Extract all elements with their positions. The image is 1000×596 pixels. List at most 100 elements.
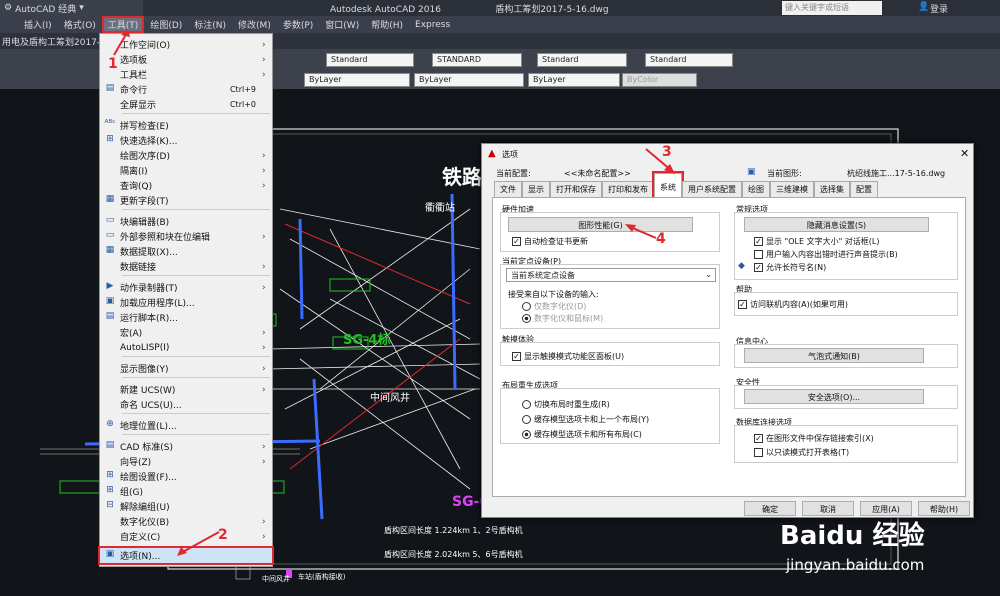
mleader-style-select[interactable]: Standard (645, 53, 733, 67)
menu-format[interactable]: 格式(O) (58, 18, 102, 31)
regen-on-switch-radio[interactable]: 切换布局时重生成(R) (522, 399, 610, 410)
menu-modify[interactable]: 修改(M) (232, 18, 277, 31)
tab-drafting[interactable]: 绘图 (742, 181, 770, 197)
menu-item-2[interactable]: 工具栏 › (100, 67, 272, 82)
menu-item-23[interactable]: ⊕ 地理位置(L)... (100, 418, 272, 433)
menu-item-label: 更新字段(T) (120, 197, 169, 207)
cache-model-last-radio[interactable]: 缓存模型选项卡和上一个布局(Y) (522, 414, 649, 425)
menu-item-26[interactable]: ⊞ 绘图设置(F)... (100, 469, 272, 484)
menu-item-19[interactable]: AutoLISP(I) › (100, 340, 272, 355)
auto-check-cert-checkbox[interactable]: ✓ 自动检查证书更新 (512, 236, 588, 247)
menu-item-11[interactable]: ▭ 块编辑器(B) (100, 214, 272, 229)
menu-item-5[interactable]: ᴬᴮᶜ 拼写检查(E) (100, 118, 272, 133)
menu-item-8[interactable]: 隔离(I) › (100, 163, 272, 178)
color-select[interactable]: ByLayer (304, 73, 410, 87)
user-icon[interactable]: 👤 (918, 2, 929, 12)
dim-style-select[interactable]: STANDARD (432, 53, 522, 67)
menu-dimension[interactable]: 标注(N) (188, 18, 232, 31)
menu-item-icon: ▶ (106, 281, 114, 291)
menu-item-label: 外部参照和块在位编辑 (120, 233, 211, 243)
menu-item-10[interactable]: ▦ 更新字段(T) (100, 193, 272, 208)
menu-item-14[interactable]: 数据链接 › (100, 259, 272, 274)
balloon-notifications-button[interactable]: 气泡式通知(B) (744, 348, 924, 363)
menu-item-label: 查询(Q) (120, 182, 153, 192)
digitizer-mouse-radio[interactable]: 数字化仪和鼠标(M) (522, 313, 603, 324)
workspace-switcher[interactable]: ⚙ AutoCAD 经典 ▾ (0, 0, 143, 16)
menu-item-16[interactable]: ▣ 加载应用程序(L)... (100, 295, 272, 310)
search-input[interactable]: 键入关键字或短语 (782, 1, 882, 15)
tab-profiles[interactable]: 配置 (850, 181, 878, 197)
menu-item-6[interactable]: ⊞ 快速选择(K)... (100, 133, 272, 148)
menu-item-27[interactable]: ⊞ 组(G) (100, 484, 272, 499)
text-style-select[interactable]: Standard (326, 53, 414, 67)
menu-item-label: 运行脚本(R)... (120, 314, 178, 324)
menu-item-3[interactable]: ▤ 命令行 Ctrl+9 (100, 82, 272, 97)
menu-item-label: 数据提取(X)... (120, 248, 178, 258)
lineweight-select[interactable]: ByLayer (528, 73, 620, 87)
current-profile-value: <<未命名配置>> (564, 169, 631, 178)
tab-3d-modeling[interactable]: 三维建模 (770, 181, 814, 197)
menu-item-20[interactable]: 显示图像(Y) › (100, 361, 272, 376)
menu-item-9[interactable]: 查询(Q) › (100, 178, 272, 193)
beep-on-error-checkbox[interactable]: 用户输入内容出错时进行声音提示(B) (754, 249, 898, 260)
document-tab[interactable]: 用电及盾构工筹划2017-5- (2, 38, 109, 48)
menu-item-label: 工具栏 (120, 71, 148, 81)
menu-item-21[interactable]: 新建 UCS(W) › (100, 382, 272, 397)
plotstyle-select[interactable]: ByColor (622, 73, 697, 87)
menu-item-icon: ▤ (105, 311, 115, 321)
help-button[interactable]: 帮助(H) (918, 501, 970, 516)
security-options-button[interactable]: 安全选项(O)... (744, 389, 924, 404)
tab-selection[interactable]: 选择集 (814, 181, 850, 197)
close-icon[interactable]: ✕ (960, 147, 969, 160)
table-style-select[interactable]: Standard (537, 53, 627, 67)
login-link[interactable]: 登录 (930, 2, 948, 15)
menu-item-24[interactable]: ▤ CAD 标准(S) › (100, 439, 272, 454)
menu-item-25[interactable]: 向导(Z) › (100, 454, 272, 469)
menu-item-13[interactable]: ▦ 数据提取(X)... (100, 244, 272, 259)
menu-parametric[interactable]: 参数(P) (277, 18, 319, 31)
menu-item-28[interactable]: ⊟ 解除编组(U) (100, 499, 272, 514)
window-title: Autodesk AutoCAD 2016 盾构工筹划2017-5-16.dwg (330, 5, 609, 15)
menu-item-label: 解除编组(U) (120, 503, 170, 513)
linetype-select[interactable]: ByLayer (414, 73, 524, 87)
online-content-checkbox[interactable]: ✓ 访问联机内容(A)(如果可用) (738, 299, 848, 310)
menu-draw[interactable]: 绘图(D) (144, 18, 188, 31)
open-tables-readonly-checkbox[interactable]: 以只读模式打开表格(T) (754, 447, 849, 458)
tab-plot-publish[interactable]: 打印和发布 (602, 181, 654, 197)
menu-separator (122, 377, 270, 378)
menu-item-4[interactable]: 全屏显示 Ctrl+0 (100, 97, 272, 112)
menu-item-7[interactable]: 绘图次序(D) › (100, 148, 272, 163)
graphics-performance-button[interactable]: 图形性能(G) (508, 217, 693, 232)
tab-open-save[interactable]: 打开和保存 (550, 181, 602, 197)
menu-help[interactable]: 帮助(H) (365, 18, 409, 31)
tab-display[interactable]: 显示 (522, 181, 550, 197)
menu-express[interactable]: Express (409, 20, 456, 30)
workspace-label: AutoCAD 经典 (15, 4, 77, 15)
long-symbol-names-checkbox[interactable]: ✓ 允许长符号名(N) (754, 262, 826, 273)
tab-files[interactable]: 文件 (494, 181, 522, 197)
menu-item-label: 数字化仪(B) (120, 518, 170, 528)
pointing-device-select[interactable]: 当前系统定点设备 ⌄ (506, 268, 716, 282)
apply-button[interactable]: 应用(A) (860, 501, 912, 516)
menu-item-label: 地理位置(L)... (120, 422, 177, 432)
menu-item-17[interactable]: ▤ 运行脚本(R)... (100, 310, 272, 325)
menu-item-15[interactable]: ▶ 动作录制器(T) › (100, 280, 272, 295)
menu-item-icon-blank (100, 398, 120, 411)
cancel-button[interactable]: 取消 (802, 501, 854, 516)
menu-insert[interactable]: 插入(I) (18, 18, 58, 31)
menu-item-18[interactable]: 宏(A) › (100, 325, 272, 340)
drawing-title-text: 铁路 (442, 165, 482, 189)
ok-button[interactable]: 确定 (744, 501, 796, 516)
digitizer-only-radio[interactable]: 仅数字化仪(D) (522, 301, 586, 312)
menu-item-icon: ▣ (105, 549, 115, 559)
menu-item-29[interactable]: 数字化仪(B) › (100, 514, 272, 529)
menu-item-12[interactable]: ▭ 外部参照和块在位编辑 › (100, 229, 272, 244)
save-link-index-checkbox[interactable]: ✓ 在图形文件中保存链接索引(X) (754, 433, 874, 444)
tab-user-preferences[interactable]: 用户系统配置 (682, 181, 742, 197)
touch-panel-checkbox[interactable]: ✓ 显示触摸模式功能区面板(U) (512, 351, 624, 362)
menu-window[interactable]: 窗口(W) (319, 18, 365, 31)
ole-text-size-checkbox[interactable]: ✓ 显示 "OLE 文字大小" 对话框(L) (754, 236, 880, 247)
hidden-messages-button[interactable]: 隐藏消息设置(S) (744, 217, 929, 232)
cache-model-all-radio[interactable]: 缓存模型选项卡和所有布局(C) (522, 429, 642, 440)
menu-item-22[interactable]: 命名 UCS(U)... (100, 397, 272, 412)
